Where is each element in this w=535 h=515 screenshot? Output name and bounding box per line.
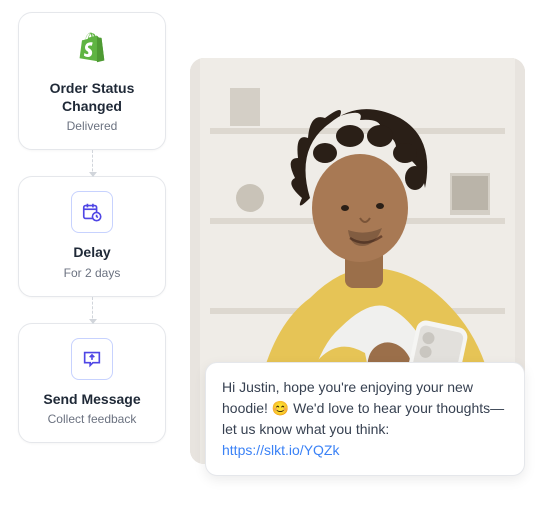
card-title: Delay <box>73 243 110 261</box>
message-bubble: Hi Justin, hope you're enjoying your new… <box>205 362 525 476</box>
message-link[interactable]: https://slkt.io/YQZk <box>222 442 339 458</box>
card-subtitle: Delivered <box>67 119 118 133</box>
shopify-icon <box>71 27 113 69</box>
card-title: Send Message <box>43 390 140 408</box>
connector-line <box>92 150 93 176</box>
card-subtitle: Collect feedback <box>48 412 137 426</box>
card-subtitle: For 2 days <box>64 266 121 280</box>
workflow-card-send-message[interactable]: Send Message Collect feedback <box>18 323 166 443</box>
smile-emoji: 😊 <box>272 400 289 416</box>
calendar-clock-icon <box>71 191 113 233</box>
workflow-card-order-status[interactable]: Order Status Changed Delivered <box>18 12 166 150</box>
workflow-card-delay[interactable]: Delay For 2 days <box>18 176 166 296</box>
connector-line <box>92 297 93 323</box>
card-title: Order Status Changed <box>35 79 149 115</box>
workflow-column: Order Status Changed Delivered Delay For… <box>18 12 166 443</box>
chat-upload-icon <box>71 338 113 380</box>
